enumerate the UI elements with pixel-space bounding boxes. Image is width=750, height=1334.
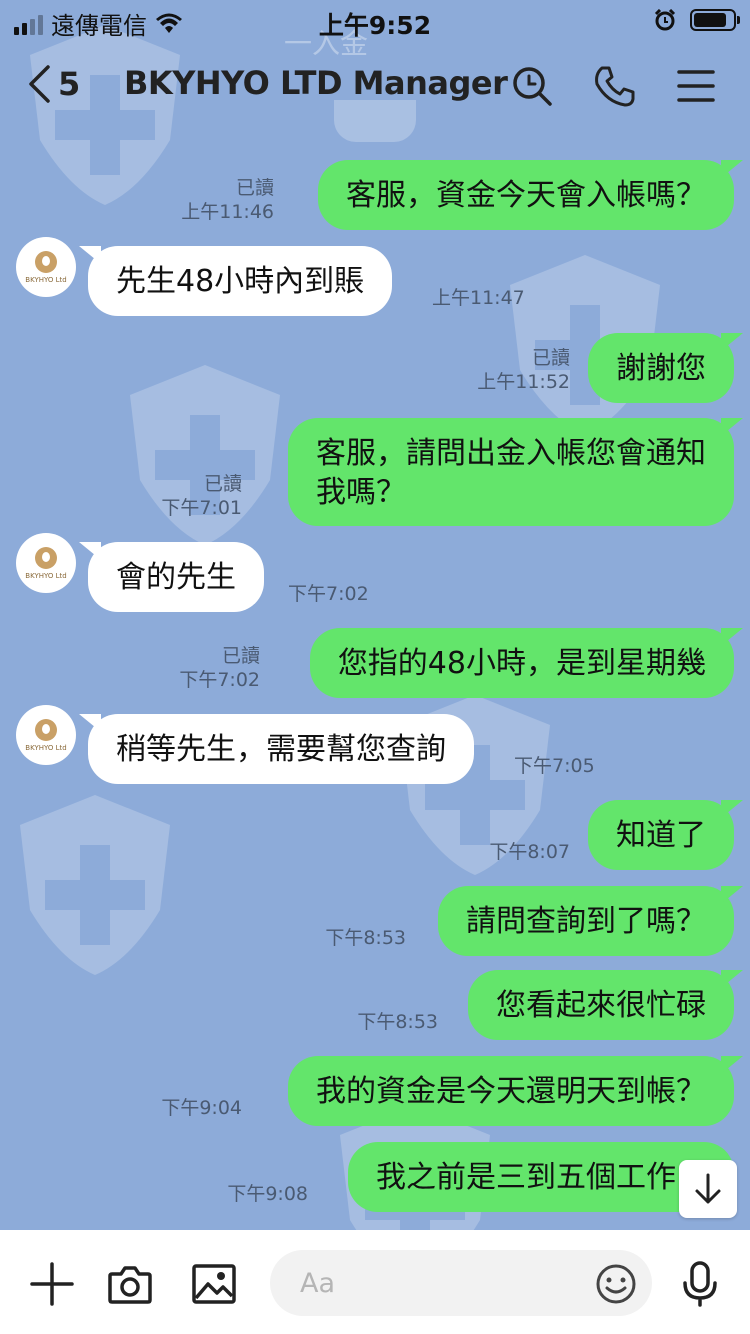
brand-logo-icon: [35, 718, 57, 741]
message-text: 我之前是三到五個工作日: [376, 1160, 706, 1195]
arrow-down-icon: [695, 1173, 721, 1204]
message-time: 下午8:53: [325, 927, 406, 949]
message-time: 下午7:05: [514, 755, 595, 777]
message-time: 下午8:07: [489, 841, 570, 863]
message-bubble-outgoing[interactable]: 謝謝您: [588, 333, 743, 403]
message-text: 稍等先生，需要幫您查詢: [116, 732, 446, 767]
message-text: 請問查詢到了嗎？: [466, 904, 706, 939]
message-composer: [0, 1230, 750, 1334]
message-meta: 已讀 上午11:46: [181, 176, 274, 224]
message-text: 客服，請問出金入帳您會通知: [316, 436, 706, 471]
scroll-to-bottom-button[interactable]: [679, 1160, 737, 1218]
message-text: 您指的48小時，是到星期幾: [337, 646, 706, 681]
message-meta: 已讀 下午7:02: [179, 644, 260, 692]
avatar-brand: BKYHYO Ltd: [25, 743, 67, 752]
message-time: 下午7:02: [288, 583, 369, 605]
message-bubble-outgoing[interactable]: 您指的48小時，是到星期幾: [309, 628, 744, 698]
message-text: 先生48小時內到賬: [116, 264, 365, 299]
message-text: 會的先生: [116, 560, 236, 595]
message-time: 下午8:53: [357, 1011, 438, 1033]
message-meta: 已讀 下午7:01: [161, 472, 242, 520]
message-text: 我的資金是今天還明天到帳？: [316, 1074, 706, 1109]
message-text: 謝謝您: [616, 351, 706, 386]
message-bubble-outgoing[interactable]: 我的資金是今天還明天到帳？: [288, 1056, 743, 1126]
message-time: 下午7:01: [161, 497, 242, 519]
message-list[interactable]: 已讀 上午11:46 客服，資金今天會入帳嗎？ BKYHYO Ltd 先生48小…: [0, 0, 750, 1230]
avatar[interactable]: BKYHYO Ltd: [16, 533, 76, 593]
read-receipt: 已讀: [203, 473, 242, 495]
read-receipt: 已讀: [531, 347, 570, 369]
microphone-icon[interactable]: [676, 1260, 724, 1308]
message-time: 下午9:04: [161, 1097, 242, 1119]
message-time: 下午9:08: [227, 1183, 308, 1205]
message-bubble-incoming[interactable]: 先生48小時內到賬: [78, 246, 393, 316]
read-receipt: 已讀: [235, 177, 274, 199]
message-bubble-incoming[interactable]: 會的先生: [79, 542, 264, 612]
plus-icon[interactable]: [28, 1260, 76, 1308]
message-bubble-outgoing[interactable]: 您看起來很忙碌: [468, 970, 743, 1040]
message-bubble-outgoing[interactable]: 客服，資金今天會入帳嗎？: [318, 160, 743, 230]
message-time: 上午11:47: [432, 287, 525, 309]
avatar[interactable]: BKYHYO Ltd: [16, 705, 76, 765]
avatar-brand: BKYHYO Ltd: [25, 571, 67, 580]
brand-logo-icon: [35, 546, 57, 569]
emoji-icon[interactable]: [594, 1262, 638, 1306]
read-receipt: 已讀: [221, 645, 260, 667]
image-icon[interactable]: [190, 1260, 238, 1308]
message-time: 上午11:46: [181, 201, 274, 223]
message-text: 知道了: [616, 818, 706, 853]
avatar[interactable]: BKYHYO Ltd: [16, 237, 76, 297]
camera-icon[interactable]: [106, 1260, 154, 1308]
message-bubble-outgoing[interactable]: 請問查詢到了嗎？: [438, 886, 743, 956]
avatar-brand: BKYHYO Ltd: [25, 275, 67, 284]
message-text: 客服，資金今天會入帳嗎？: [346, 178, 706, 213]
message-text: 我嗎？: [316, 475, 406, 510]
message-text: 您看起來很忙碌: [496, 988, 706, 1023]
message-time: 上午11:52: [477, 371, 570, 393]
message-meta: 已讀 上午11:52: [477, 346, 570, 394]
brand-logo-icon: [35, 250, 57, 273]
message-time: 下午7:02: [179, 669, 260, 691]
message-bubble-outgoing[interactable]: 我之前是三到五個工作日: [348, 1142, 734, 1212]
message-bubble-outgoing[interactable]: 客服，請問出金入帳您會通知 我嗎？: [288, 418, 743, 526]
message-bubble-incoming[interactable]: 稍等先生，需要幫您查詢: [79, 714, 474, 784]
message-bubble-outgoing[interactable]: 知道了: [588, 800, 743, 870]
